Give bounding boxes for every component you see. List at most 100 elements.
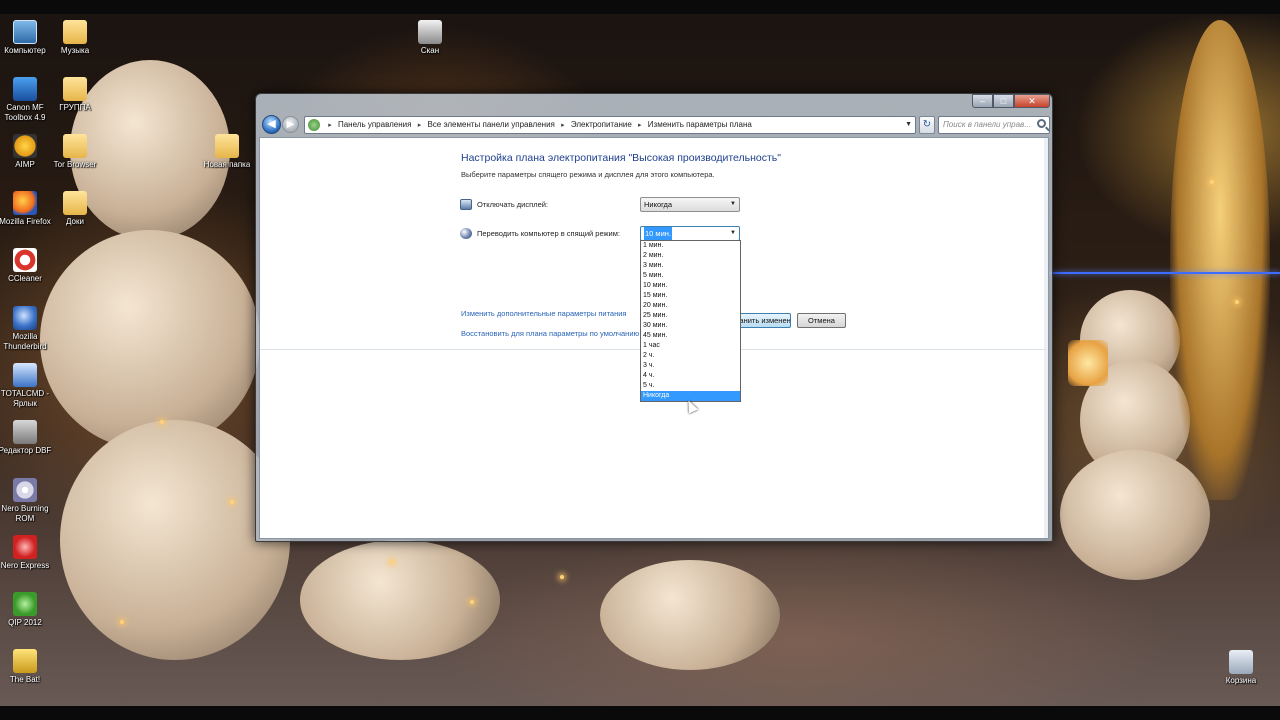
letterbox-top bbox=[0, 0, 1280, 14]
totalcmd-icon bbox=[13, 363, 37, 387]
canon-icon bbox=[13, 77, 37, 101]
desktop-icon-docs[interactable]: Доки bbox=[44, 191, 106, 227]
sleep-dropdown-list[interactable]: 1 мин. 2 мин. 3 мин. 5 мин. 10 мин. 15 м… bbox=[640, 240, 741, 402]
forward-button[interactable]: ▶ bbox=[282, 116, 299, 133]
breadcrumb-separator-icon[interactable]: ▸ bbox=[561, 122, 565, 129]
dropdown-option[interactable]: 5 мин. bbox=[641, 271, 740, 281]
desktop-icon-qip[interactable]: QIP 2012 bbox=[0, 592, 56, 628]
desktop-icon-label: Nero Express bbox=[0, 561, 50, 570]
maximize-button[interactable]: □ bbox=[993, 94, 1014, 108]
lantern bbox=[1068, 340, 1108, 386]
blue-lights bbox=[1050, 272, 1280, 274]
search-icon[interactable] bbox=[1037, 119, 1046, 128]
desktop-icon-thebat[interactable]: The Bat! bbox=[0, 649, 56, 685]
thunderbird-icon bbox=[13, 306, 37, 330]
dropdown-option[interactable]: 10 мин. bbox=[641, 281, 740, 291]
dropdown-option[interactable]: 30 мин. bbox=[641, 321, 740, 331]
dropdown-option[interactable]: 5 ч. bbox=[641, 381, 740, 391]
restore-defaults-link[interactable]: Восстановить для плана параметры по умол… bbox=[461, 329, 639, 338]
cancel-label: Отмена bbox=[808, 316, 835, 325]
navigation-bar: ◀ ▶ ▸ Панель управления ▸ Все элементы п… bbox=[260, 114, 1050, 136]
minimize-button[interactable]: – bbox=[972, 94, 993, 108]
chevron-down-icon[interactable]: ▼ bbox=[905, 117, 912, 133]
breadcrumb-separator-icon[interactable]: ▸ bbox=[638, 122, 642, 129]
desktop-icon-label: CCleaner bbox=[8, 274, 42, 283]
dropdown-option[interactable]: 45 мин. bbox=[641, 331, 740, 341]
desktop-icon-label: ГРУППА bbox=[59, 103, 91, 112]
refresh-button[interactable]: ↻ bbox=[919, 116, 935, 134]
display-off-label: Отключать дисплей: bbox=[477, 200, 549, 209]
desktop-icon-group[interactable]: ГРУППА bbox=[44, 77, 106, 113]
arrow-right-icon: ▶ bbox=[286, 119, 295, 130]
firefox-icon bbox=[13, 191, 37, 215]
display-off-select[interactable]: Никогда ▼ bbox=[640, 197, 740, 212]
dropdown-option[interactable]: 15 мин. bbox=[641, 291, 740, 301]
breadcrumb-item[interactable]: Изменить параметры плана bbox=[648, 120, 752, 129]
desktop-icon-nero[interactable]: Nero Burning ROM bbox=[0, 478, 56, 524]
desktop-icon-label: QIP 2012 bbox=[8, 618, 42, 627]
caption-buttons: – □ ✕ bbox=[972, 94, 1050, 108]
page-subtitle: Выберите параметры спящего режима и дисп… bbox=[461, 170, 715, 179]
chevron-down-icon: ▼ bbox=[730, 230, 736, 236]
dropdown-option[interactable]: 1 час bbox=[641, 341, 740, 351]
sleep-icon bbox=[460, 228, 472, 239]
desktop-icon-new-folder[interactable]: Новая папка bbox=[196, 134, 258, 170]
dropdown-option[interactable]: 4 ч. bbox=[641, 371, 740, 381]
advanced-settings-link[interactable]: Изменить дополнительные параметры питани… bbox=[461, 309, 626, 318]
letterbox-bottom bbox=[0, 706, 1280, 720]
display-off-value: Никогда bbox=[644, 200, 673, 209]
desktop-icon-label: AIMP bbox=[15, 160, 35, 169]
nero-icon bbox=[13, 478, 37, 502]
thebat-icon bbox=[13, 649, 37, 673]
folder-icon bbox=[63, 20, 87, 44]
monitor-icon bbox=[460, 199, 472, 210]
desktop-icon-label: Новая папка bbox=[203, 160, 251, 169]
desktop-icon-music[interactable]: Музыка bbox=[44, 20, 106, 56]
arrow-left-icon: ◀ bbox=[267, 118, 276, 130]
breadcrumb-item[interactable]: Все элементы панели управления bbox=[427, 120, 554, 129]
dropdown-option[interactable]: 2 ч. bbox=[641, 351, 740, 361]
breadcrumb-separator-icon: ▸ bbox=[328, 122, 332, 129]
address-bar[interactable]: ▸ Панель управления ▸ Все элементы панел… bbox=[304, 116, 916, 134]
cancel-button[interactable]: Отмена bbox=[797, 313, 846, 328]
desktop-icon-tor[interactable]: Tor Browser bbox=[44, 134, 106, 170]
refresh-icon: ↻ bbox=[922, 119, 932, 130]
search-placeholder: Поиск в панели управ... bbox=[943, 120, 1031, 129]
dbf-editor-icon bbox=[13, 420, 37, 444]
page-title: Настройка плана электропитания "Высокая … bbox=[461, 152, 781, 164]
sleep-select[interactable]: 10 мин. ▼ bbox=[640, 226, 740, 241]
dropdown-option[interactable]: 3 мин. bbox=[641, 261, 740, 271]
scrollbar[interactable] bbox=[1044, 138, 1048, 538]
desktop-icon-label: Музыка bbox=[60, 46, 90, 55]
desktop-icon-dbf[interactable]: Редактор DBF bbox=[0, 420, 56, 456]
desktop-icon-label: Tor Browser bbox=[53, 160, 97, 169]
qip-icon bbox=[13, 592, 37, 616]
snowy-bush bbox=[600, 560, 780, 670]
folder-icon bbox=[215, 134, 239, 158]
breadcrumb-item[interactable]: Панель управления bbox=[338, 120, 412, 129]
desktop-icon-label: Корзина bbox=[1225, 676, 1257, 685]
desktop-icon-label: Скан bbox=[420, 46, 440, 55]
lit-fir-tree bbox=[1170, 20, 1270, 500]
dropdown-option[interactable]: 1 мин. bbox=[641, 241, 740, 251]
desktop-icon-recycle-bin[interactable]: Корзина bbox=[1210, 650, 1272, 686]
desktop-icon-ccleaner[interactable]: CCleaner bbox=[0, 248, 56, 284]
breadcrumb-item[interactable]: Электропитание bbox=[571, 120, 632, 129]
desktop-icon-nero-express[interactable]: Nero Express bbox=[0, 535, 56, 571]
dropdown-option[interactable]: 20 мин. bbox=[641, 301, 740, 311]
desktop-icon-totalcmd[interactable]: TOTALCMD - Ярлык bbox=[0, 363, 56, 409]
folder-icon bbox=[63, 77, 87, 101]
aimp-icon bbox=[13, 134, 37, 158]
dropdown-option[interactable]: 25 мин. bbox=[641, 311, 740, 321]
breadcrumb-separator-icon[interactable]: ▸ bbox=[418, 122, 422, 129]
snowy-tree bbox=[40, 230, 260, 450]
desktop-icon-thunderbird[interactable]: Mozilla Thunderbird bbox=[0, 306, 56, 352]
dropdown-option[interactable]: 2 мин. bbox=[641, 251, 740, 261]
search-input[interactable]: Поиск в панели управ... bbox=[938, 116, 1050, 134]
folder-icon bbox=[63, 134, 87, 158]
desktop-icon-label: Доки bbox=[66, 217, 84, 226]
back-button[interactable]: ◀ bbox=[262, 115, 281, 134]
dropdown-option[interactable]: 3 ч. bbox=[641, 361, 740, 371]
close-button[interactable]: ✕ bbox=[1014, 94, 1050, 108]
desktop-icon-scan[interactable]: Скан bbox=[399, 20, 461, 56]
